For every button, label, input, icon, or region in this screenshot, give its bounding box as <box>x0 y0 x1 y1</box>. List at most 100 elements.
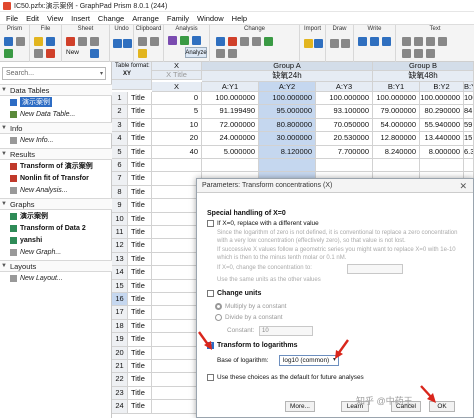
table-cell-b1[interactable]: 100.000000 <box>373 92 420 106</box>
table-cell-x[interactable] <box>152 226 202 240</box>
undo-icon[interactable] <box>113 39 122 48</box>
table-cell-b2[interactable]: 13.440000 <box>420 132 464 146</box>
row-number[interactable]: 2 <box>112 105 128 119</box>
section-graphs[interactable]: ▼ Graphs <box>0 198 112 210</box>
import-image-icon[interactable] <box>314 39 323 48</box>
col-a-y2[interactable]: A:Y2 <box>259 82 316 92</box>
cut-icon[interactable] <box>138 37 147 46</box>
write-superscript-icon[interactable] <box>370 37 379 46</box>
sidebar-item-graph-yanshi[interactable]: yanshi <box>10 234 42 246</box>
table-cell-a2[interactable]: 8.120000 <box>259 145 316 159</box>
sidebar-item-new-layout[interactable]: New Layout... <box>10 272 63 284</box>
row-title-cell[interactable]: Title <box>128 172 152 186</box>
row-title-cell[interactable]: Title <box>128 373 152 387</box>
close-icon[interactable]: ✕ <box>459 181 467 192</box>
row-number[interactable]: 11 <box>112 226 128 240</box>
row-title-cell[interactable]: Title <box>128 252 152 267</box>
menu-view[interactable]: View <box>43 14 67 23</box>
group-a-name[interactable]: 缺氧24h <box>202 71 373 82</box>
copy-icon[interactable] <box>150 37 159 46</box>
replace-x0-checkbox-row[interactable]: If X=0, replace with a different value <box>207 220 319 227</box>
print-icon[interactable] <box>34 49 43 58</box>
change-units-checkbox-row[interactable]: Change units <box>207 290 261 297</box>
row-title-cell[interactable]: Title <box>128 239 152 253</box>
table-cell-a1[interactable]: 91.199490 <box>202 105 259 119</box>
menu-file[interactable]: File <box>2 14 22 23</box>
row-number[interactable]: 4 <box>112 132 128 146</box>
change-graph-type-icon[interactable] <box>216 37 225 46</box>
table-cell-b1[interactable]: 79.000000 <box>373 105 420 119</box>
x-subheader[interactable]: X <box>152 82 202 92</box>
row-title-cell[interactable]: Title <box>128 319 152 334</box>
table-cell-x[interactable] <box>152 279 202 293</box>
multiply-radio-row[interactable]: Multiply by a constant <box>215 303 286 310</box>
chevron-down-icon[interactable]: ▼ <box>1 263 7 269</box>
table-cell-a1[interactable]: 5.000000 <box>202 145 259 159</box>
table-cell-x[interactable]: 40 <box>152 145 202 159</box>
table-cell-x[interactable] <box>152 306 202 320</box>
x-column-header[interactable]: X <box>152 62 202 71</box>
align-right-icon[interactable] <box>426 49 435 58</box>
row-number[interactable]: 8 <box>112 185 128 200</box>
row-number[interactable]: 10 <box>112 212 128 226</box>
redo-icon[interactable] <box>123 39 132 48</box>
table-cell-x[interactable] <box>152 159 202 173</box>
row-title-cell[interactable]: Title <box>128 159 152 173</box>
col-b-y3[interactable]: B:Y3 <box>464 82 474 92</box>
underline-icon[interactable] <box>426 37 435 46</box>
table-cell-a2[interactable]: 95.000000 <box>259 105 316 119</box>
chevron-down-icon[interactable]: ▼ <box>1 87 7 93</box>
prism-home-icon[interactable] <box>4 37 13 46</box>
row-number[interactable]: 20 <box>112 346 128 360</box>
email-icon[interactable] <box>46 49 55 58</box>
col-b-y1[interactable]: B:Y1 <box>373 82 420 92</box>
table-cell-b2[interactable]: 8.000000 <box>420 145 464 159</box>
group-b-header[interactable]: Group B <box>373 62 474 71</box>
menu-arrange[interactable]: Arrange <box>128 14 163 23</box>
row-title-cell[interactable]: Title <box>128 266 152 280</box>
row-number[interactable]: 13 <box>112 252 128 267</box>
x-title-header[interactable]: X Title <box>152 71 202 80</box>
table-cell-a3[interactable]: 100.000000 <box>316 92 373 106</box>
sidebar-item-graph-transform[interactable]: Transform of Data 2 <box>10 222 86 234</box>
row-title-cell[interactable]: Title <box>128 293 152 307</box>
row-title-cell[interactable]: Title <box>128 400 152 414</box>
table-cell-x[interactable]: 0 <box>152 92 202 106</box>
row-number[interactable]: 16 <box>112 293 128 307</box>
row-title-cell[interactable]: Title <box>128 333 152 347</box>
row-number[interactable]: 22 <box>112 373 128 387</box>
table-cell-x[interactable]: 20 <box>152 132 202 146</box>
sidebar-item-graph-demo[interactable]: 演示案例 <box>10 210 48 222</box>
table-cell-x[interactable] <box>152 386 202 401</box>
prism-navigator-icon[interactable] <box>4 49 13 58</box>
table-cell-x[interactable] <box>152 373 202 387</box>
table-cell-b1[interactable]: 8.240000 <box>373 145 420 159</box>
menu-help[interactable]: Help <box>228 14 251 23</box>
change-format-icon[interactable] <box>252 37 261 46</box>
align-left-icon[interactable] <box>402 49 411 58</box>
row-number[interactable]: 17 <box>112 306 128 320</box>
sidebar-item-new-data-table[interactable]: New Data Table... <box>10 108 75 120</box>
row-title-cell[interactable]: Title <box>128 145 152 159</box>
row-number[interactable]: 6 <box>112 159 128 173</box>
row-number[interactable]: 3 <box>112 118 128 133</box>
group-b-name[interactable]: 缺氧48h <box>373 71 474 82</box>
table-cell-b1[interactable]: 12.800000 <box>373 132 420 146</box>
row-number[interactable]: 9 <box>112 199 128 213</box>
sidebar-item-new-graph[interactable]: New Graph... <box>10 246 61 258</box>
table-cell-x[interactable] <box>152 360 202 374</box>
zoom-icon[interactable] <box>216 49 225 58</box>
sidebar-item-new-info[interactable]: New Info... <box>10 134 53 146</box>
analysis-graph-icon[interactable] <box>192 36 201 45</box>
table-cell-b2[interactable] <box>420 159 464 173</box>
divide-radio-row[interactable]: Divide by a constant <box>215 314 283 321</box>
table-cell-b2[interactable]: 80.290000 <box>420 105 464 119</box>
col-a-y1[interactable]: A:Y1 <box>202 82 259 92</box>
font-size-icon[interactable] <box>438 37 447 46</box>
table-cell-a3[interactable]: 93.100000 <box>316 105 373 119</box>
constant-input[interactable]: 10 <box>259 326 313 336</box>
table-cell-a2[interactable]: 30.000000 <box>259 132 316 146</box>
sidebar-item-transform-result[interactable]: Transform of 演示案例 <box>10 160 93 172</box>
chevron-down-icon[interactable]: ▼ <box>1 201 7 207</box>
analyze-button[interactable]: Analyze <box>185 47 207 58</box>
